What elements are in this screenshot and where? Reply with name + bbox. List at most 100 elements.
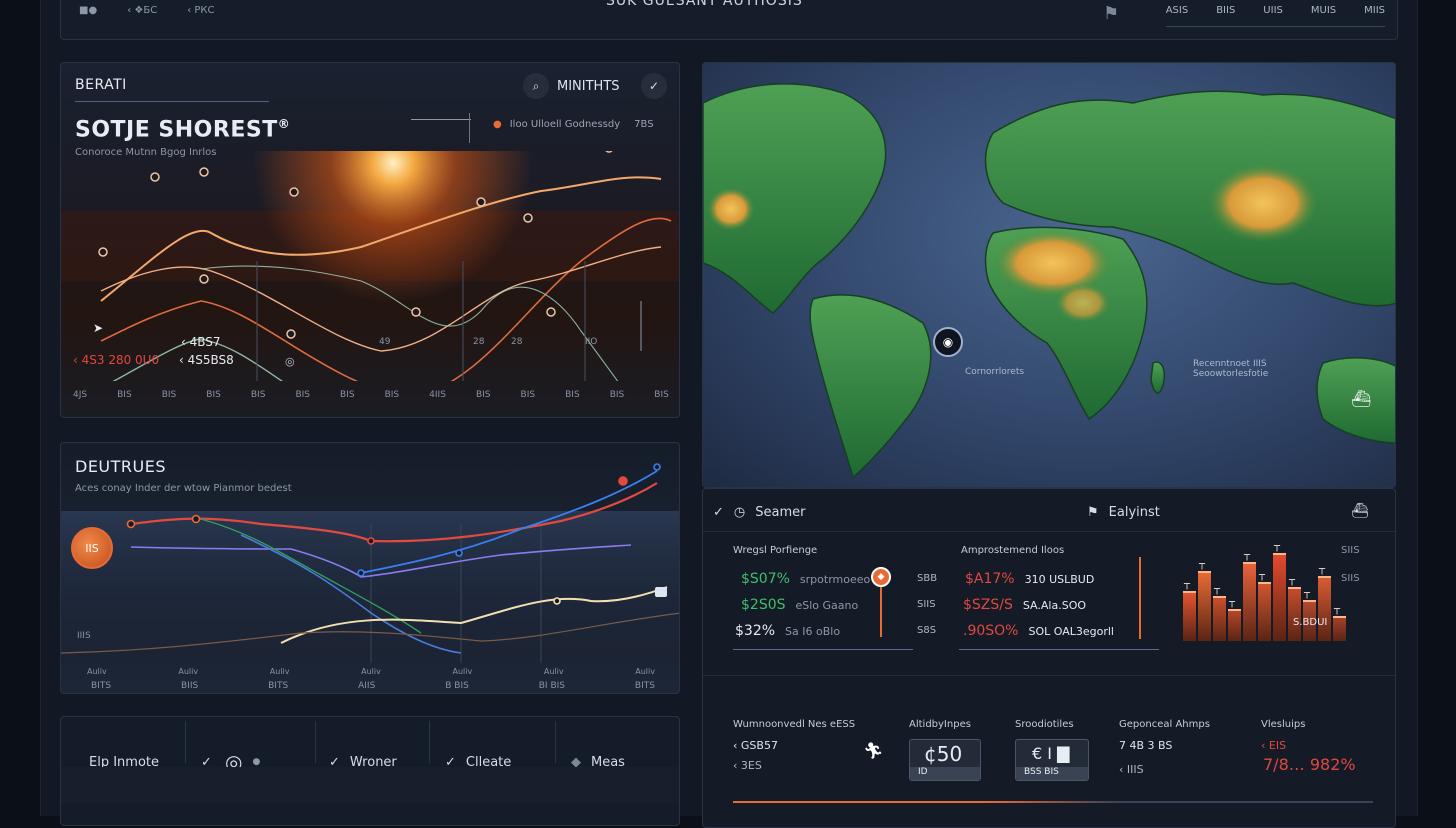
- bar[interactable]: ┬: [1228, 597, 1241, 641]
- inline-label: IIO: [585, 337, 598, 347]
- divider: [703, 675, 1395, 676]
- bar-chart: ┬ ┬ ┬ ┬ ┬ ┬ ┬ ┬ ┬ ┬ ┬: [1183, 541, 1353, 641]
- axis-label: Auliv: [87, 667, 107, 676]
- axis-label: BIS: [520, 390, 536, 400]
- bar[interactable]: ┬: [1318, 564, 1331, 641]
- stats-panel: ✓ ◷ Seamer ⚑ Ealyinst ⛴ Wregsl Porfienge…: [702, 488, 1396, 828]
- stat-value: $2S0S: [741, 597, 786, 613]
- data-point[interactable]: [150, 172, 160, 182]
- bar-tick-icon: ┬: [1184, 579, 1191, 590]
- flag-icon[interactable]: ⚑: [1103, 3, 1119, 24]
- data-point[interactable]: [523, 213, 533, 223]
- data-point[interactable]: [605, 151, 613, 153]
- data-point[interactable]: [199, 274, 209, 284]
- tooltip-marker[interactable]: [655, 587, 667, 597]
- top-tab[interactable]: MUIS: [1311, 5, 1336, 16]
- bar[interactable]: ┬: [1243, 550, 1256, 641]
- data-point[interactable]: [289, 187, 299, 197]
- header-center[interactable]: ⚑ Ealyinst: [1087, 505, 1160, 520]
- top-tab[interactable]: UIIS: [1263, 5, 1283, 16]
- kpi-title: Geponceal Ahmps: [1119, 719, 1210, 730]
- progress-line: [733, 801, 1373, 803]
- location-pin-icon[interactable]: ◉: [933, 327, 963, 357]
- series-badge[interactable]: IIS: [71, 527, 113, 569]
- bar[interactable]: ┬: [1183, 579, 1196, 641]
- data-point[interactable]: [546, 307, 556, 317]
- data-point[interactable]: [476, 197, 486, 207]
- runner-icon[interactable]: 🏃︎: [863, 741, 883, 760]
- axis-label: BIS: [161, 390, 177, 400]
- kpi-line: 7 4B 3 BS: [1119, 739, 1173, 752]
- bar[interactable]: ┬: [1213, 584, 1226, 641]
- kpi-title: Vlesluips: [1261, 719, 1306, 730]
- kpi-line: ‹ EIS: [1261, 739, 1287, 752]
- bar[interactable]: ┬: [1288, 575, 1301, 641]
- bar-tick-icon: ┬: [1244, 550, 1251, 561]
- data-point[interactable]: [191, 514, 201, 524]
- search-icon[interactable]: ⌕: [523, 73, 549, 99]
- axis-label: BIS: [609, 390, 625, 400]
- top-item[interactable]: ■●: [79, 5, 97, 16]
- kpi-line: ‹ 3ES: [733, 759, 762, 772]
- divider: [555, 721, 556, 763]
- stat-text: Sa I6 oBlo: [785, 625, 841, 638]
- data-point[interactable]: [553, 597, 561, 605]
- data-point[interactable]: [411, 307, 421, 317]
- cursor-icon[interactable]: ➤: [93, 321, 103, 335]
- target-icon[interactable]: ◎: [285, 355, 295, 368]
- header-left[interactable]: ✓ ◷ Seamer: [713, 505, 805, 520]
- data-point[interactable]: [199, 167, 209, 177]
- stat-row: $A17% 310 USLBUD: [965, 571, 1094, 587]
- bar-tick-icon: ┬: [1304, 588, 1311, 599]
- ship-icon[interactable]: ⛴: [1351, 503, 1369, 519]
- axis-label: BIS: [565, 390, 580, 400]
- axis-label: AIIS: [358, 681, 376, 691]
- kpi-box[interactable]: ¢50 ID: [909, 739, 981, 781]
- data-point[interactable]: [126, 519, 136, 529]
- data-point[interactable]: [286, 329, 296, 339]
- south-america: [809, 294, 932, 479]
- data-point[interactable]: [98, 247, 108, 257]
- data-point[interactable]: [653, 463, 661, 471]
- bar[interactable]: ┬: [1333, 604, 1346, 641]
- world-map[interactable]: [703, 63, 1396, 488]
- block-title: Wregsl Porfienge: [733, 545, 818, 556]
- bar[interactable]: ┬: [1273, 541, 1286, 641]
- top-tab[interactable]: ASIS: [1166, 5, 1189, 16]
- legend-value: 7BS: [634, 119, 654, 130]
- top-tab[interactable]: BIIS: [1216, 5, 1235, 16]
- divider: [429, 721, 430, 763]
- bar-tick-icon: ┬: [1319, 564, 1326, 575]
- stat-row: .90SO% SOL OAL3egorll: [963, 623, 1114, 639]
- top-item[interactable]: ‹ РКС: [187, 5, 214, 16]
- top-tab[interactable]: MIIS: [1364, 5, 1385, 16]
- kpi-line: ‹ GSB57: [733, 739, 778, 752]
- page-title: SUK GUESANT AUTHOSIS: [606, 0, 803, 9]
- bar[interactable]: ┬: [1198, 559, 1211, 641]
- kpi-small: BSS BIS: [1016, 767, 1088, 780]
- inline-label: 28: [511, 337, 523, 347]
- kpi-big: € I ▇: [1032, 744, 1070, 763]
- check-icon[interactable]: ✓: [641, 73, 667, 99]
- shortest-panel: BERATI SOTJE SHOREST® Conoroce Mutnn Bgo…: [60, 62, 680, 418]
- search-control[interactable]: ⌕ MINITHTS: [523, 73, 620, 99]
- inline-label: 28: [473, 337, 485, 347]
- bar-series: ┬ ┬ ┬ ┬ ┬ ┬ ┬ ┬ ┬ ┬ ┬: [1183, 541, 1353, 641]
- data-point[interactable]: [455, 549, 463, 557]
- axis-label: BITS: [268, 681, 289, 691]
- ship-icon[interactable]: ⛴: [1351, 389, 1371, 408]
- data-point[interactable]: [618, 476, 628, 486]
- alert-icon[interactable]: ◆: [871, 567, 891, 587]
- top-item[interactable]: ‹ ❖БС: [127, 5, 157, 16]
- central-asia-region: [1207, 163, 1319, 243]
- bar-tick-icon: ┬: [1334, 604, 1341, 615]
- block-title: Amprostemend Iloos: [961, 545, 1065, 556]
- data-point[interactable]: [367, 537, 375, 545]
- data-point[interactable]: [357, 569, 365, 577]
- axis-label: B BIS: [445, 681, 469, 691]
- kpi-box[interactable]: € I ▇ BSS BIS: [1015, 739, 1089, 781]
- legend-text: Iloo Ulloell Godnessdy: [509, 119, 621, 130]
- kpi-line: ‹ IIIS: [1119, 763, 1144, 776]
- bar[interactable]: ┬: [1258, 570, 1271, 641]
- stat-value: $SZS/S: [963, 597, 1013, 613]
